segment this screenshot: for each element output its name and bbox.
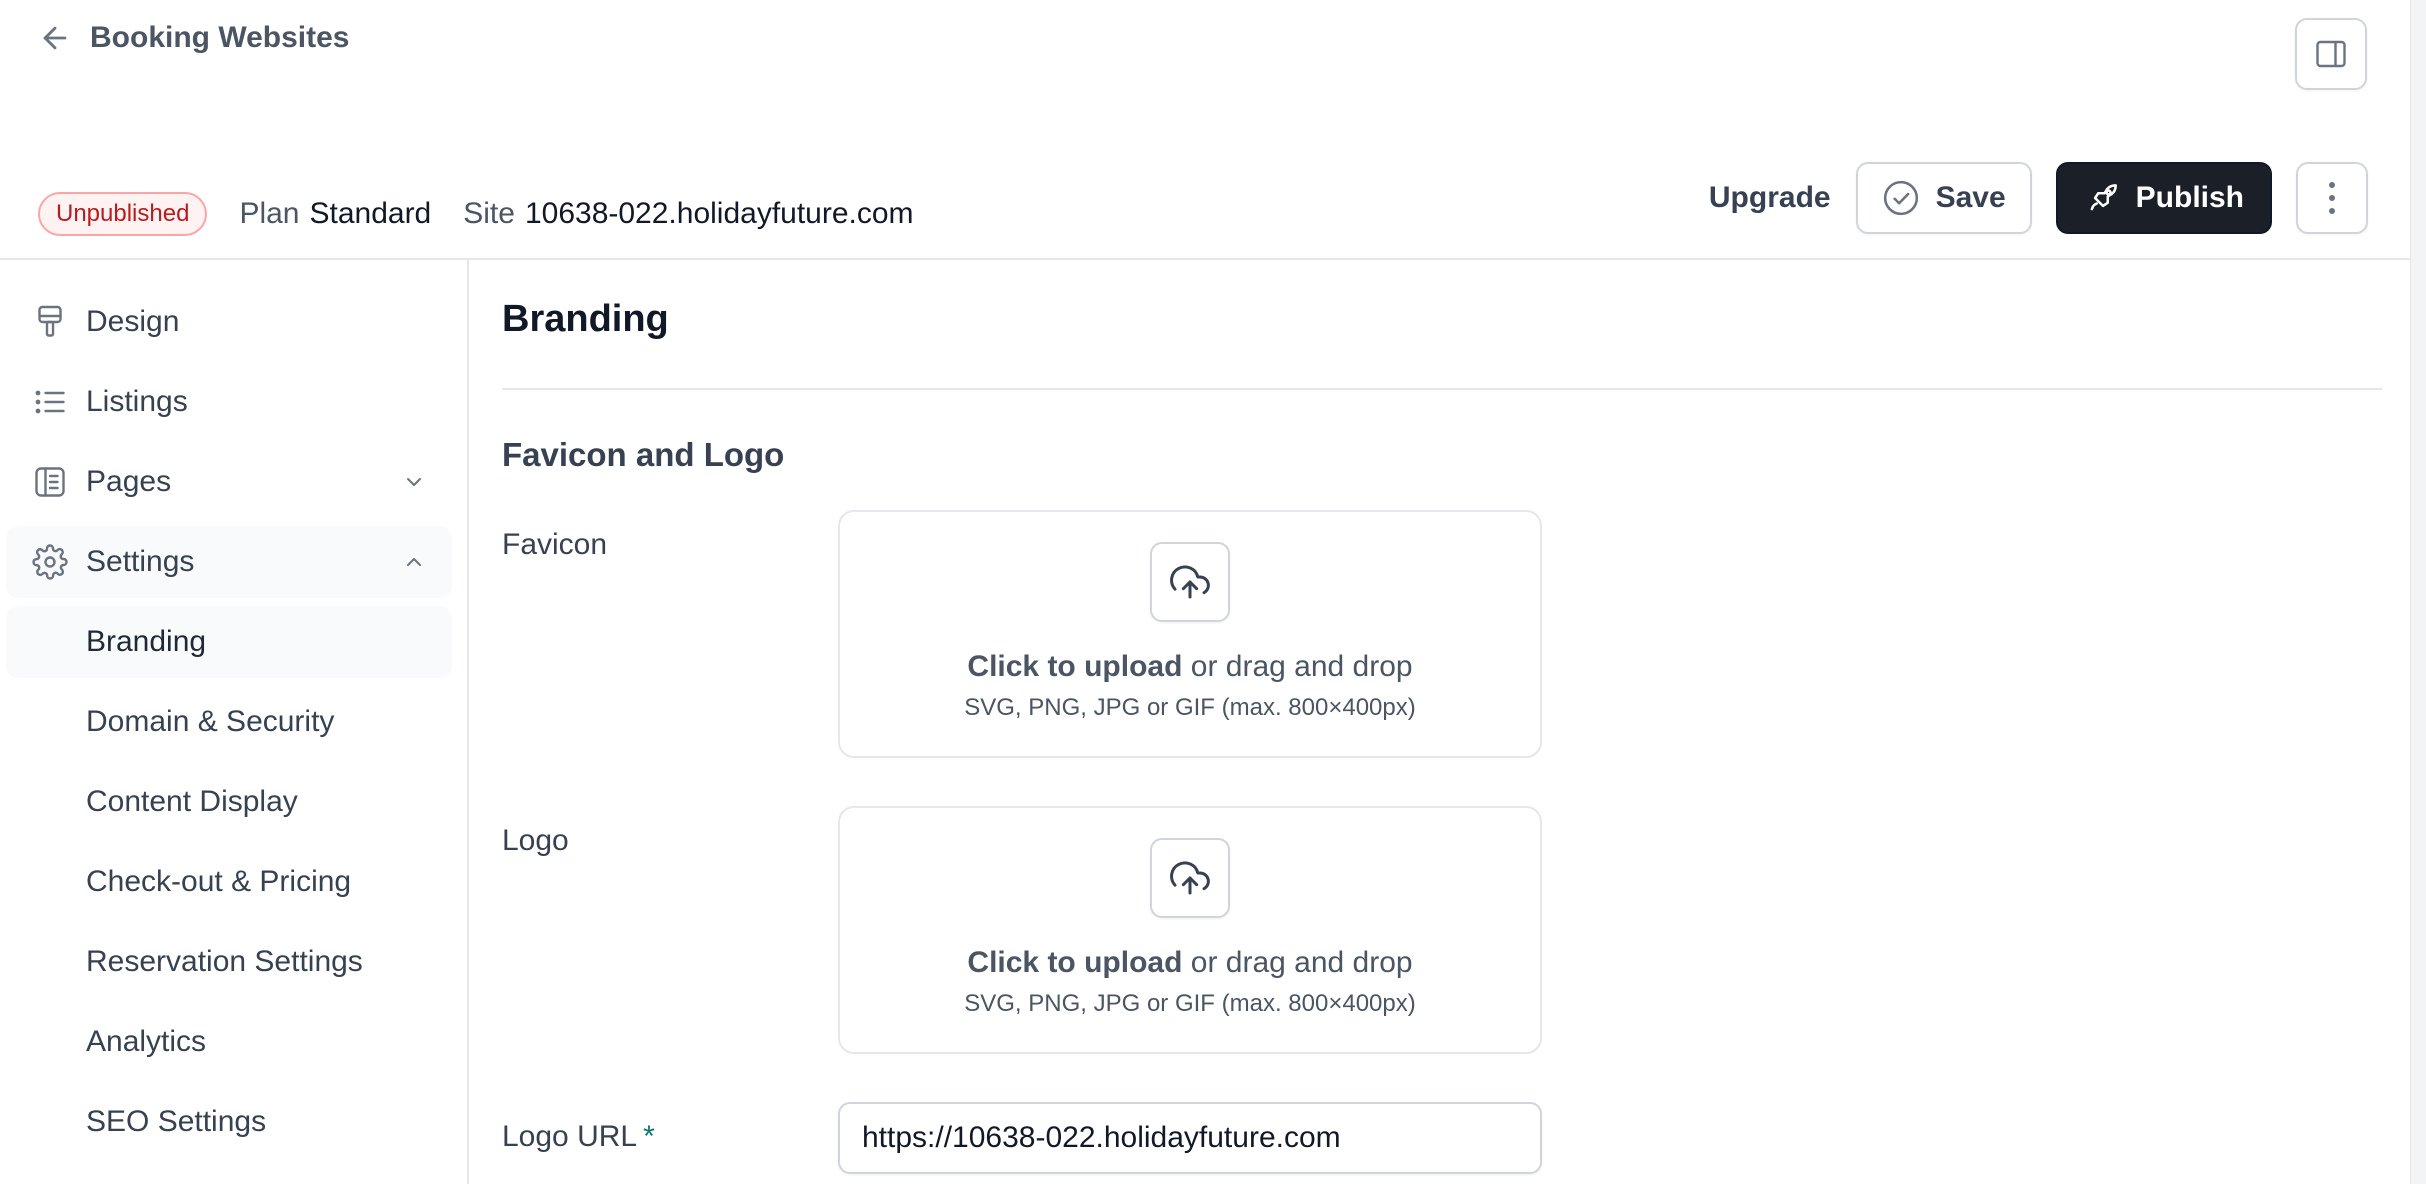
app-root: Booking Websites Unpublished Plan Standa… bbox=[0, 0, 2426, 1184]
sidebar-subitem-reservation-settings[interactable]: Reservation Settings bbox=[6, 926, 452, 998]
upload-icon-button[interactable] bbox=[1150, 838, 1230, 918]
back-link-label: Booking Websites bbox=[90, 21, 350, 54]
cloud-upload-icon bbox=[1170, 565, 1210, 599]
upload-icon-button[interactable] bbox=[1150, 542, 1230, 622]
status-badge: Unpublished bbox=[38, 192, 208, 236]
page-title: Branding bbox=[502, 298, 669, 340]
save-button-label: Save bbox=[1935, 181, 2006, 214]
sidebar-subitem-label: Content Display bbox=[86, 785, 298, 818]
plan-label: Plan bbox=[239, 197, 300, 230]
sidebar-item-listings[interactable]: Listings bbox=[6, 366, 452, 438]
sidebar-item-design[interactable]: Design bbox=[6, 286, 452, 358]
sidebar-panel-icon bbox=[2316, 40, 2346, 68]
sidebar-subitem-label: Reservation Settings bbox=[86, 945, 363, 978]
plan-value: Standard bbox=[309, 197, 432, 230]
sidebar-item-label: Pages bbox=[86, 465, 172, 498]
title-divider bbox=[502, 388, 2382, 390]
sidebar-subitem-label: Analytics bbox=[86, 1025, 207, 1058]
upload-format-hint: SVG, PNG, JPG or GIF (max. 800×400px) bbox=[964, 990, 1416, 1017]
click-to-upload-text: Click to upload bbox=[967, 650, 1183, 683]
upgrade-link[interactable]: Upgrade bbox=[1709, 181, 1831, 215]
check-circle-icon bbox=[1883, 180, 1918, 216]
site-value: 10638-022.holidayfuture.com bbox=[524, 197, 914, 230]
cloud-upload-icon bbox=[1170, 861, 1210, 895]
logo-upload-dropzone[interactable]: Click to upload or drag and drop SVG, PN… bbox=[838, 806, 1542, 1054]
site-label: Site bbox=[463, 197, 515, 230]
sidebar-subitem-analytics[interactable]: Analytics bbox=[6, 1006, 452, 1078]
chevron-down-icon bbox=[407, 478, 421, 486]
drag-drop-text: or drag and drop bbox=[1182, 650, 1413, 683]
sidebar-subitem-branding[interactable]: Branding bbox=[6, 606, 452, 678]
sidebar-subitem-seo-settings[interactable]: SEO Settings bbox=[6, 1086, 452, 1158]
logo-url-input[interactable] bbox=[838, 1102, 1542, 1174]
header-actions: Upgrade Save Publish bbox=[1709, 162, 2368, 234]
logo-url-label-text: Logo URL bbox=[502, 1120, 638, 1153]
sidebar-item-label: Settings bbox=[86, 545, 195, 578]
sidebar-item-label: Design bbox=[86, 305, 180, 338]
sidebar-item-label: Listings bbox=[86, 385, 188, 418]
back-link[interactable]: Booking Websites bbox=[38, 18, 349, 58]
required-marker: * bbox=[643, 1120, 655, 1153]
list-icon bbox=[35, 390, 65, 414]
chevron-up-icon bbox=[407, 558, 421, 566]
sidebar-item-pages[interactable]: Pages bbox=[6, 446, 452, 518]
sidebar-subitem-label: Domain & Security bbox=[86, 705, 335, 738]
sidebar-item-settings[interactable]: Settings bbox=[6, 526, 452, 598]
more-options-button[interactable] bbox=[2296, 162, 2368, 234]
save-button[interactable]: Save bbox=[1855, 162, 2032, 234]
sidebar-subitem-label: Check-out & Pricing bbox=[86, 865, 352, 898]
logo-url-label: Logo URL * bbox=[502, 1120, 655, 1154]
window-edge bbox=[2410, 0, 2426, 1184]
sidebar-subitem-label: Branding bbox=[86, 625, 207, 658]
upload-instruction: Click to upload or drag and drop bbox=[967, 946, 1412, 980]
section-title: Favicon and Logo bbox=[502, 436, 785, 473]
sidebar-subitem-domain-security[interactable]: Domain & Security bbox=[6, 686, 452, 758]
upload-instruction: Click to upload or drag and drop bbox=[967, 650, 1412, 684]
drag-drop-text: or drag and drop bbox=[1182, 946, 1413, 979]
favicon-label: Favicon bbox=[502, 528, 608, 561]
gear-icon bbox=[32, 544, 68, 580]
more-vertical-icon bbox=[2329, 182, 2335, 214]
click-to-upload-text: Click to upload bbox=[967, 946, 1183, 979]
logo-label: Logo bbox=[502, 824, 569, 857]
sidebar-subitem-checkout-pricing[interactable]: Check-out & Pricing bbox=[6, 846, 452, 918]
favicon-upload-dropzone[interactable]: Click to upload or drag and drop SVG, PN… bbox=[838, 510, 1542, 758]
rocket-icon bbox=[2090, 184, 2117, 211]
site-status-row: Unpublished Plan Standard Site 10638-022… bbox=[38, 190, 914, 238]
publish-button-label: Publish bbox=[2135, 181, 2244, 214]
arrow-left-icon bbox=[43, 26, 67, 50]
book-icon bbox=[35, 467, 65, 497]
sidebar-subitem-label: SEO Settings bbox=[86, 1105, 267, 1138]
paint-roller-icon bbox=[38, 305, 62, 337]
panel-toggle-button[interactable] bbox=[2295, 18, 2367, 90]
publish-button[interactable]: Publish bbox=[2055, 162, 2272, 234]
upload-format-hint: SVG, PNG, JPG or GIF (max. 800×400px) bbox=[964, 694, 1416, 721]
sidebar-subitem-content-display[interactable]: Content Display bbox=[6, 766, 452, 838]
settings-sidebar: Design Listings Pages Settings Branding … bbox=[0, 260, 469, 1184]
